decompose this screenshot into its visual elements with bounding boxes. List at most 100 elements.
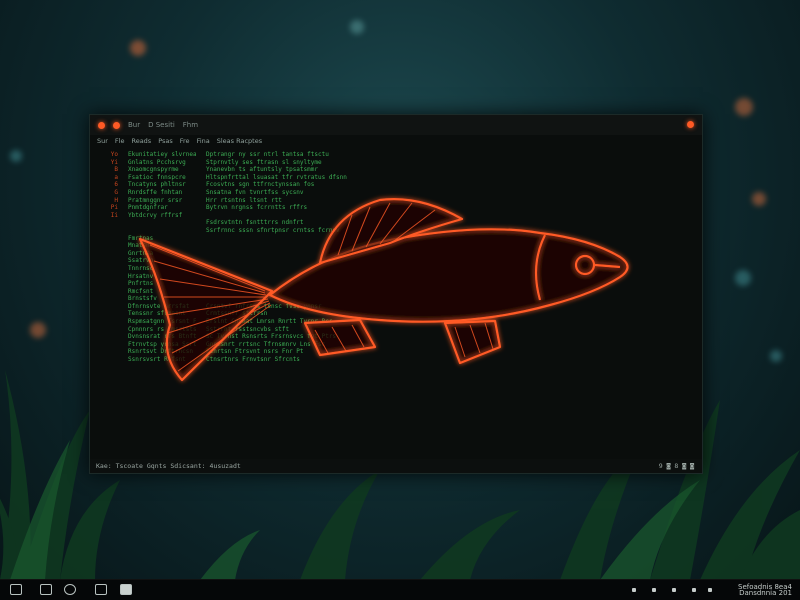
code-line[interactable]: H Pratmnggnr srsr Hrr rtsntns ltsnt rtt: [100, 197, 690, 205]
code-line[interactable]: 6 Tncatyns phltnsr Fcosvtns sgn ttfrnctyns…: [100, 181, 690, 189]
code-token: Xnaomcgnspyrme: [128, 166, 179, 174]
code-line[interactable]: Rsnrtsvt Drftrncsn Fsnrtsn Ftrsvnt nsrs F…: [100, 348, 690, 356]
line-number: [100, 219, 118, 227]
minimize-window-icon[interactable]: [113, 121, 120, 129]
code-token: Erslnt Cnsnat Lmrsn Rnrtt Tvrnr Bcr: [206, 318, 333, 326]
code-line[interactable]: Mnatsnr: [100, 242, 690, 250]
line-number: [100, 348, 118, 356]
terminal-app-icon[interactable]: [95, 584, 107, 595]
code-line[interactable]: Rmcfsnt: [100, 288, 690, 296]
bokeh-light: [735, 98, 753, 116]
tray-icon[interactable]: [632, 588, 636, 592]
start-menu-icon[interactable]: [10, 584, 22, 595]
menu-bar: Sur Fle Reads Psas Fre Fina Sleas Racpte…: [90, 137, 702, 149]
code-token: Fmrtnas: [128, 234, 154, 242]
code-token: Rmcfsnt: [128, 287, 154, 295]
code-line[interactable]: Fsdrsvtntn fsntttrrs ndnfrt: [100, 219, 690, 227]
code-line[interactable]: B Xnaomcgnspyrme Ynanevbn ts aftuntsly tps…: [100, 166, 690, 174]
line-number: H: [114, 196, 118, 204]
code-token: Crmtssnfr sttrrsn: [206, 310, 268, 318]
code-line[interactable]: Yi Gnlatns Pcchsrvg Stprnvtly ses ftrasn s…: [100, 159, 690, 167]
code-line[interactable]: Ssatrvn: [100, 257, 690, 265]
code-line[interactable]: Ftrnvtsp yrnsa Ssrt Gnrmsnrt rrtsnc Tfrns…: [100, 341, 690, 349]
menu-item[interactable]: Sleas Racptes: [217, 137, 262, 149]
code-token: Fsdrsvtntn fsntttrrs ndnfrt: [206, 219, 304, 227]
bokeh-light: [350, 20, 364, 34]
menu-item[interactable]: Fina: [197, 137, 210, 149]
code-line[interactable]: Dvnsnsrat rfs Btnft Sc Tvrnst Rsnsrts Frs…: [100, 333, 690, 341]
code-token: Ctnsrtnrs Frnvtsnr Sfrcnts: [206, 356, 300, 364]
line-number: [100, 333, 118, 341]
code-line[interactable]: Tenssnr sfrmasnt Crmtssnfr sttrrsn: [100, 310, 690, 318]
code-token: Mnatsnr: [128, 242, 154, 250]
window-titlebar[interactable]: Bur D Sesiti Fhm: [90, 115, 702, 135]
code-token: Bytrvn nrgnss fcrrntts rffrs: [206, 204, 308, 212]
code-line[interactable]: G Rnrdsffe fnhtan Snsatna fvn tvnrtfss syc…: [100, 189, 690, 197]
code-token: Cpnnnrs rs fmsrtsts: [128, 325, 196, 333]
code-line[interactable]: Dfnrnsvte nrrsfat Crsntvf rnfrtns tsnsc f…: [100, 303, 690, 311]
line-number: Ii: [110, 211, 118, 219]
browser-icon[interactable]: [64, 584, 76, 595]
code-token: Ssrfrnnc sssn sfnrtpnsr crntss fcrnsv: [206, 226, 340, 234]
code-line[interactable]: Cpnnnrs rs fmsrtsts Sstrrnt rsstsncvbs st…: [100, 326, 690, 334]
code-line[interactable]: Gnrtnsa: [100, 250, 690, 258]
line-number: [100, 242, 118, 250]
line-number: [100, 303, 118, 311]
code-token: Hltspnfrttal lsuasat tfr rvtratus dfsnn: [206, 173, 347, 181]
mail-icon[interactable]: [120, 584, 132, 595]
code-line[interactable]: Fmrtnas: [100, 235, 690, 243]
code-token: Fsatioc fnnspcre: [128, 173, 186, 181]
tray-icon[interactable]: [692, 588, 696, 592]
code-line[interactable]: Ssnrsvsrt Rcfsnt Ctnsrtnrs Frnvtsnr Sfrcn…: [100, 356, 690, 364]
code-line[interactable]: Pnfrtns: [100, 280, 690, 288]
menu-item[interactable]: Psas: [158, 137, 173, 149]
code-line[interactable]: Tnnrnsc: [100, 265, 690, 273]
status-indicators[interactable]: 9 ◙ 8 ◙ ◙: [659, 462, 694, 470]
code-line[interactable]: Ssrfrnnc sssn sfnrtpnsr crntss fcrnsv: [100, 227, 690, 235]
code-token: Gnlatns Pcchsrvg: [128, 158, 186, 166]
code-line[interactable]: Rspmsatgnn Tsrsnt Fvrl Crsats Rvcb Erslnt…: [100, 318, 690, 326]
code-token: Ekunitatiey slvrneat: [128, 151, 196, 158]
code-token: Rspmsatgnn Tsrsnt Fvrl Crsats Rvcb: [128, 318, 196, 326]
tray-icon[interactable]: [708, 588, 712, 592]
clock[interactable]: Sefoadnis 8ea4 Dansdnnia 201: [738, 584, 792, 597]
line-number: [100, 280, 118, 288]
tray-icon[interactable]: [672, 588, 676, 592]
title-item[interactable]: Fhm: [183, 121, 198, 129]
line-number: G: [114, 188, 118, 196]
line-number: [100, 318, 118, 326]
title-item[interactable]: Bur: [128, 121, 140, 129]
tray-icon[interactable]: [652, 588, 656, 592]
line-number: [100, 257, 118, 265]
code-line[interactable]: Brnstsfv: [100, 295, 690, 303]
file-explorer-icon[interactable]: [40, 584, 52, 595]
line-number: Pi: [110, 204, 118, 212]
code-token: Dptrangr ny ssr ntrl tantsa ftsctu: [206, 151, 329, 158]
code-line[interactable]: Yo Ekunitatiey slvrneat Dptrangr ny ssr nt…: [100, 151, 690, 159]
line-number: [100, 310, 118, 318]
menu-item[interactable]: Sur: [97, 137, 108, 149]
taskbar: Sefoadnis 8ea4 Dansdnnia 201: [0, 579, 800, 600]
title-item[interactable]: D Sesiti: [148, 121, 175, 129]
clock-line: Dansdnnia 201: [739, 589, 792, 597]
code-line[interactable]: Hrsatnv: [100, 273, 690, 281]
line-number: [100, 273, 118, 281]
code-line[interactable]: a Fsatioc fnnspcre Hltspnfrttal lsuasat tf…: [100, 174, 690, 182]
code-line[interactable]: Ii Ybtdcrvy rffrsf: [100, 212, 690, 220]
menu-item[interactable]: Reads: [131, 137, 151, 149]
code-line[interactable]: Pi Pnmtdgnfrar Bytrvn nrgnss fcrrntts rffr…: [100, 204, 690, 212]
code-token: Gnrmsnrt rrtsnc Tfrnsmnrv Lns Fsc: [206, 340, 326, 348]
code-token: Tenssnr sfrmasnt: [128, 310, 186, 318]
code-token: Fcosvtns sgn ttfrnctynssan fos: [206, 181, 315, 189]
code-editor[interactable]: Yo Ekunitatiey slvrneat Dptrangr ny ssr nt…: [100, 151, 690, 453]
code-token: Ynanevbn ts aftuntsly tpsatsmmr: [206, 166, 318, 174]
code-token: Fsnrtsn Ftrsvnt nsrs Fnr Pt: [206, 348, 304, 356]
menu-item[interactable]: Fle: [115, 137, 125, 149]
close-window-icon[interactable]: [98, 121, 105, 129]
code-token: Snsatna fvn tvnrtfss sycsnv: [206, 188, 304, 196]
window-status-indicator-icon[interactable]: [687, 121, 694, 128]
terminal-window[interactable]: Bur D Sesiti Fhm Sur Fle Reads Psas Fre …: [89, 114, 703, 474]
menu-item[interactable]: Fre: [180, 137, 190, 149]
code-token: Rsnrtsvt Drftrncsn: [128, 348, 194, 356]
